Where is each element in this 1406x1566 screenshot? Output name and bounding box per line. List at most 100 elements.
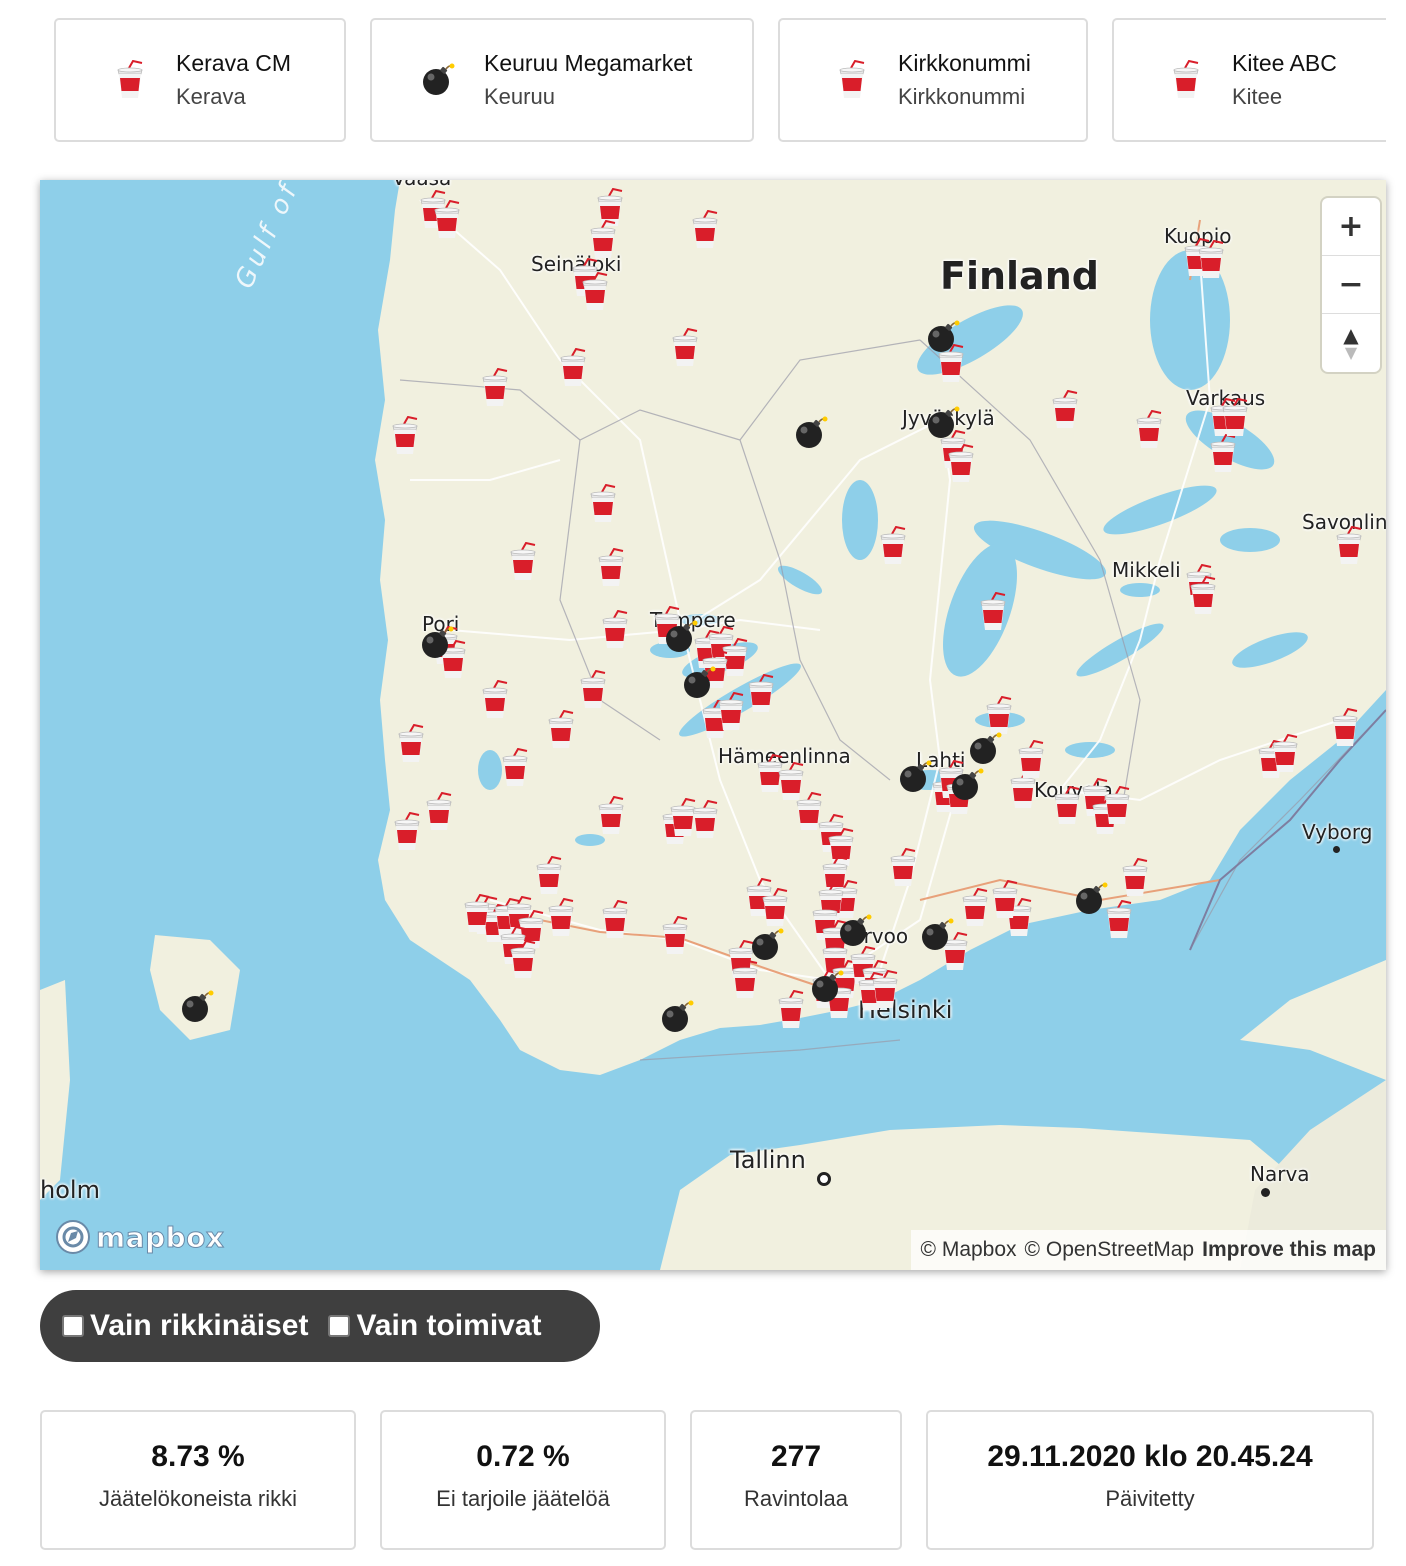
- ok-restaurant-marker[interactable]: [432, 200, 462, 240]
- mapbox-logo-text: mapbox: [95, 1220, 225, 1254]
- broken-restaurant-marker[interactable]: [968, 732, 1002, 766]
- broken-restaurant-marker[interactable]: [750, 928, 784, 962]
- zoom-out-button[interactable]: −: [1322, 256, 1380, 314]
- ok-restaurant-marker[interactable]: [546, 710, 576, 750]
- improve-map-link[interactable]: Improve this map: [1202, 1238, 1376, 1262]
- broken-restaurant-marker[interactable]: [926, 320, 960, 354]
- ok-restaurant-marker[interactable]: [760, 888, 790, 928]
- broken-restaurant-marker[interactable]: [420, 626, 454, 660]
- zoom-in-button[interactable]: +: [1322, 198, 1380, 256]
- ok-restaurant-marker[interactable]: [660, 916, 690, 956]
- broken-restaurant-marker[interactable]: [950, 768, 984, 802]
- ok-restaurant-marker[interactable]: [730, 960, 760, 1000]
- restaurant-card-strip: Kerava CM Kerava Keuruu Megamarket Keuru…: [0, 18, 1386, 142]
- ok-restaurant-marker[interactable]: [690, 800, 720, 840]
- stat-value: 277: [770, 1440, 822, 1473]
- ok-restaurant-marker[interactable]: [1188, 576, 1218, 616]
- stat-label: Jäätelökoneista rikki: [98, 1486, 298, 1511]
- ok-restaurant-marker[interactable]: [1270, 734, 1300, 774]
- broken-restaurant-marker[interactable]: [898, 760, 932, 794]
- broken-restaurant-marker[interactable]: [682, 666, 716, 700]
- broken-restaurant-marker[interactable]: [664, 620, 698, 654]
- ok-restaurant-marker[interactable]: [716, 692, 746, 732]
- broken-restaurant-marker[interactable]: [920, 918, 954, 952]
- ok-restaurant-marker[interactable]: [990, 880, 1020, 920]
- ok-restaurant-marker[interactable]: [1330, 708, 1360, 748]
- ok-restaurant-marker[interactable]: [1334, 526, 1364, 566]
- ok-restaurant-marker[interactable]: [1104, 900, 1134, 940]
- ok-restaurant-marker[interactable]: [984, 696, 1014, 736]
- ok-restaurant-marker[interactable]: [508, 542, 538, 582]
- ok-restaurant-marker[interactable]: [960, 888, 990, 928]
- ok-restaurant-marker[interactable]: [396, 724, 426, 764]
- only-broken-checkbox[interactable]: [62, 1315, 84, 1337]
- restaurant-card[interactable]: Kitee ABC Kitee: [1112, 18, 1386, 142]
- ok-restaurant-marker[interactable]: [1196, 240, 1226, 280]
- ok-restaurant-marker[interactable]: [588, 220, 618, 260]
- osm-attribution-link[interactable]: © OpenStreetMap: [1025, 1238, 1195, 1262]
- ok-restaurant-marker[interactable]: [596, 796, 626, 836]
- ok-restaurant-marker[interactable]: [480, 368, 510, 408]
- only-broken-filter[interactable]: Vain rikkinäiset: [62, 1309, 308, 1343]
- ok-restaurant-marker[interactable]: [600, 900, 630, 940]
- stat-updated: 29.11.2020 klo 20.45.24 Päivitetty: [926, 1410, 1374, 1550]
- ok-restaurant-marker[interactable]: [670, 328, 700, 368]
- only-broken-label: Vain rikkinäiset: [90, 1309, 309, 1342]
- stat-broken-percent: 8.73 % Jäätelökoneista rikki: [40, 1410, 356, 1550]
- ok-restaurant-marker[interactable]: [390, 416, 420, 456]
- ok-restaurant-marker[interactable]: [534, 856, 564, 896]
- ok-restaurant-marker[interactable]: [1052, 786, 1082, 826]
- mapbox-attribution-link[interactable]: © Mapbox: [921, 1238, 1017, 1262]
- only-working-filter[interactable]: Vain toimivat: [328, 1309, 542, 1343]
- restaurant-name: Keuruu Megamarket: [484, 50, 693, 76]
- restaurant-card[interactable]: Kirkkonummi Kirkkonummi: [778, 18, 1088, 142]
- broken-restaurant-marker[interactable]: [180, 990, 214, 1024]
- broken-restaurant-marker[interactable]: [810, 970, 844, 1004]
- ok-restaurant-marker[interactable]: [600, 610, 630, 650]
- drink-cup-icon: [1156, 60, 1216, 100]
- broken-restaurant-marker[interactable]: [660, 1000, 694, 1034]
- only-working-checkbox[interactable]: [328, 1315, 351, 1337]
- ok-restaurant-marker[interactable]: [546, 898, 576, 938]
- ok-restaurant-marker[interactable]: [580, 272, 610, 312]
- broken-restaurant-marker[interactable]: [838, 914, 872, 948]
- map[interactable]: Finland Gulf of Vaasa Seinäjoki Kuopio J…: [40, 180, 1386, 1270]
- ok-restaurant-marker[interactable]: [878, 526, 908, 566]
- ok-restaurant-marker[interactable]: [946, 444, 976, 484]
- ok-restaurant-marker[interactable]: [588, 484, 618, 524]
- ok-restaurant-marker[interactable]: [462, 894, 492, 934]
- ok-restaurant-marker[interactable]: [888, 848, 918, 888]
- ok-restaurant-marker[interactable]: [1016, 740, 1046, 780]
- ok-restaurant-marker[interactable]: [424, 792, 454, 832]
- ok-restaurant-marker[interactable]: [1050, 390, 1080, 430]
- map-label-finland: Finland: [940, 254, 1099, 298]
- ok-restaurant-marker[interactable]: [776, 990, 806, 1030]
- ok-restaurant-marker[interactable]: [1120, 858, 1150, 898]
- stat-label: Päivitetty: [1105, 1486, 1195, 1511]
- compass-button[interactable]: ▲ ▼: [1322, 314, 1380, 372]
- ok-restaurant-marker[interactable]: [1208, 434, 1238, 474]
- ok-restaurant-marker[interactable]: [1220, 398, 1250, 438]
- ok-restaurant-marker[interactable]: [480, 680, 510, 720]
- ok-restaurant-marker[interactable]: [746, 674, 776, 714]
- ok-restaurant-marker[interactable]: [978, 592, 1008, 632]
- broken-restaurant-marker[interactable]: [1074, 882, 1108, 916]
- broken-restaurant-marker[interactable]: [926, 406, 960, 440]
- mapbox-logo[interactable]: mapbox: [54, 1218, 224, 1256]
- ok-restaurant-marker[interactable]: [578, 670, 608, 710]
- broken-restaurant-marker[interactable]: [794, 416, 828, 450]
- restaurant-card[interactable]: Keuruu Megamarket Keuruu: [370, 18, 754, 142]
- ok-restaurant-marker[interactable]: [500, 748, 530, 788]
- ok-restaurant-marker[interactable]: [1134, 410, 1164, 450]
- restaurant-card[interactable]: Kerava CM Kerava: [54, 18, 346, 142]
- ok-restaurant-marker[interactable]: [690, 210, 720, 250]
- ok-restaurant-marker[interactable]: [870, 970, 900, 1010]
- filter-bar: Vain rikkinäiset Vain toimivat: [40, 1290, 600, 1362]
- stat-value: 0.72 %: [476, 1440, 570, 1473]
- ok-restaurant-marker[interactable]: [558, 348, 588, 388]
- ok-restaurant-marker[interactable]: [508, 940, 538, 980]
- restaurant-name: Kirkkonummi: [898, 50, 1031, 76]
- ok-restaurant-marker[interactable]: [392, 812, 422, 852]
- ok-restaurant-marker[interactable]: [596, 548, 626, 588]
- ok-restaurant-marker[interactable]: [1102, 786, 1132, 826]
